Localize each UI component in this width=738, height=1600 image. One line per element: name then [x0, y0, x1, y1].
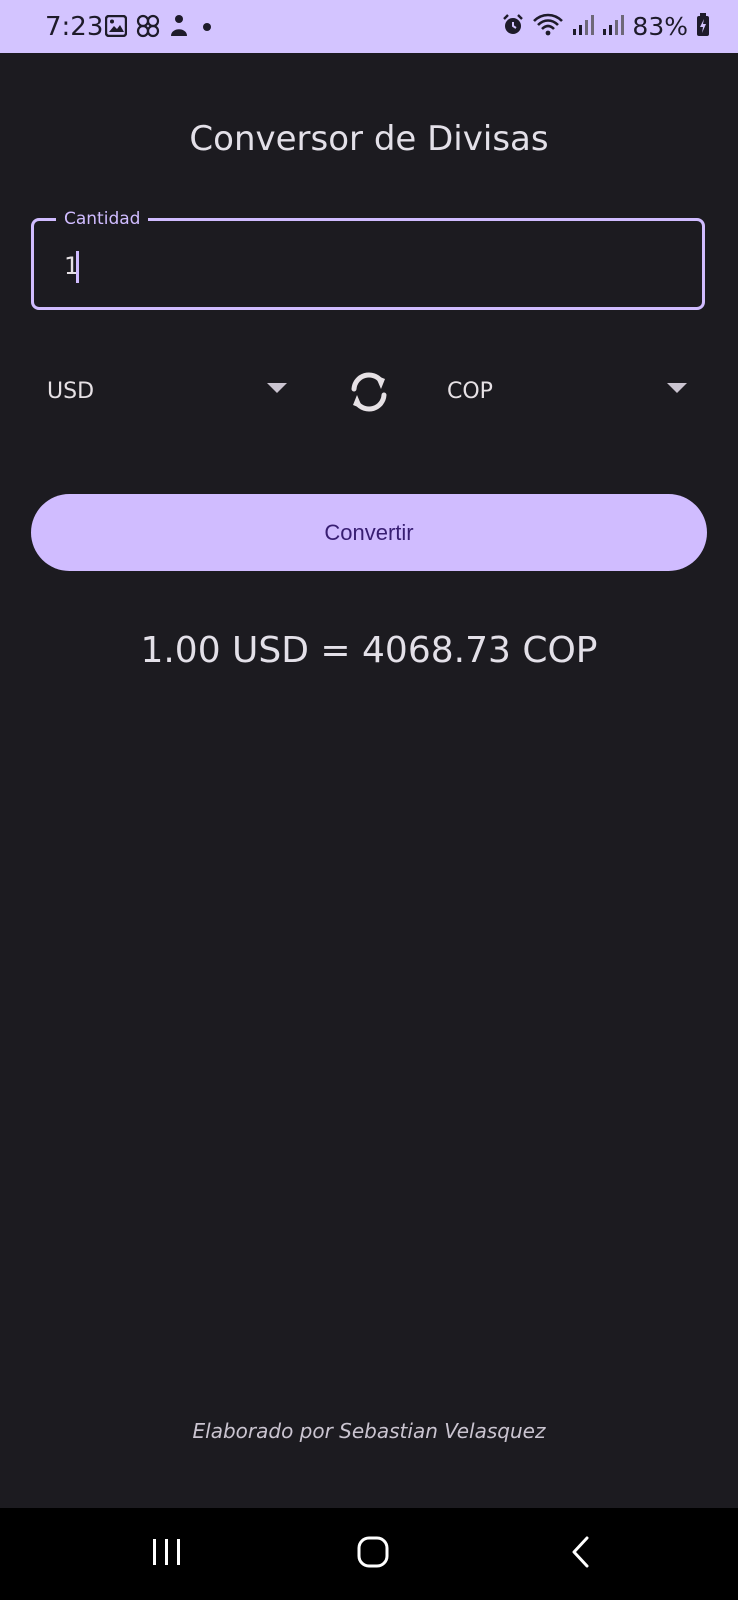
navigation-bar	[0, 1508, 738, 1600]
back-button[interactable]	[556, 1532, 606, 1576]
amount-field[interactable]: Cantidad 1	[31, 207, 705, 310]
convert-button[interactable]: Convertir	[31, 494, 707, 571]
dot-icon	[198, 15, 216, 41]
battery-charging-icon	[696, 13, 710, 41]
recent-apps-icon	[150, 1537, 184, 1571]
footer-credit: Elaborado por Sebastian Velasquez	[192, 1419, 546, 1443]
status-icons-right: 83%	[502, 11, 710, 43]
from-currency-dropdown[interactable]: USD	[47, 365, 287, 421]
pinwheel-icon	[136, 14, 160, 42]
alarm-icon	[502, 14, 524, 40]
to-currency-dropdown[interactable]: COP	[447, 365, 687, 421]
status-time: 7:23	[45, 12, 104, 42]
home-icon	[356, 1535, 390, 1573]
wifi-icon	[532, 13, 564, 41]
to-currency-value: COP	[447, 379, 493, 404]
home-button[interactable]	[348, 1532, 398, 1576]
dropdown-arrow-icon	[267, 383, 287, 393]
swap-icon	[345, 368, 393, 420]
page-title: Conversor de Divisas	[189, 119, 549, 159]
dropdown-arrow-icon	[667, 383, 687, 393]
signal-icon	[602, 14, 625, 40]
swap-currencies-button[interactable]	[343, 368, 395, 420]
battery-percentage: 83%	[632, 12, 688, 41]
status-icons-left	[104, 14, 216, 42]
amount-field-label: Cantidad	[56, 207, 149, 231]
from-currency-value: USD	[47, 379, 95, 404]
back-icon	[569, 1535, 593, 1573]
text-cursor	[76, 251, 79, 283]
status-bar: 7:23 83%	[0, 0, 738, 53]
app-screen: 7:23 83% Conversor de Divisas Cantidad 1…	[0, 0, 738, 1600]
gallery-icon	[104, 14, 128, 41]
conversion-result: 1.00 USD = 4068.73 COP	[140, 630, 598, 671]
app-icon	[169, 14, 189, 42]
signal-icon	[572, 14, 595, 40]
recent-apps-button[interactable]	[142, 1532, 192, 1576]
